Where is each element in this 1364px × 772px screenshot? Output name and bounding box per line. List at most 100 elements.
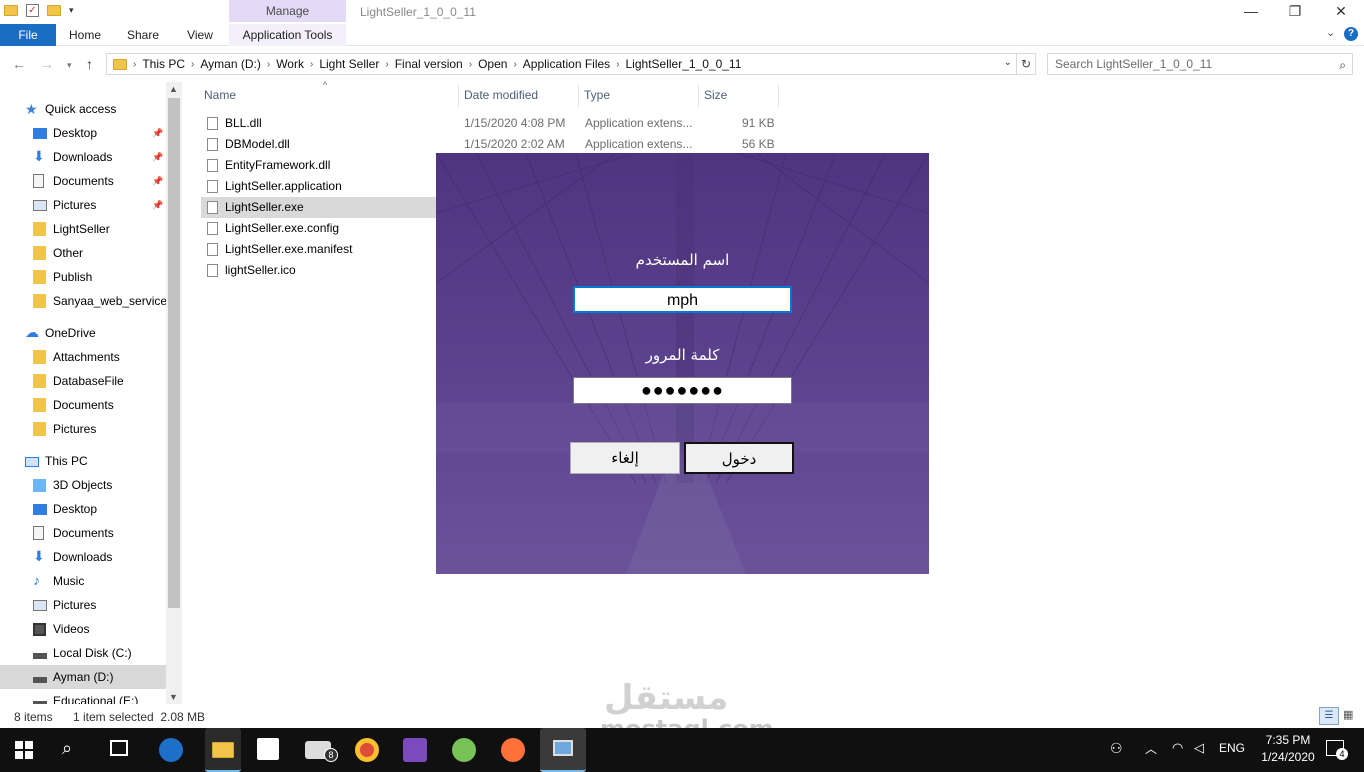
windows-start-icon[interactable] bbox=[15, 741, 33, 759]
breadcrumb-item[interactable]: Application Files bbox=[517, 57, 616, 71]
tab-application-tools[interactable]: Application Tools bbox=[229, 24, 346, 46]
sidebar-item-label: Pictures bbox=[53, 198, 97, 212]
search-icon[interactable]: ⌕ bbox=[62, 738, 72, 759]
sidebar-item[interactable]: Documents bbox=[0, 521, 166, 545]
sidebar-item[interactable]: LightSeller bbox=[0, 217, 166, 241]
window-title: LightSeller_1_0_0_11 bbox=[360, 5, 476, 19]
file-row[interactable]: LightSeller.exe.config bbox=[201, 218, 436, 239]
store-icon[interactable] bbox=[257, 738, 279, 760]
breadcrumb-item[interactable]: Open bbox=[472, 57, 513, 71]
scroll-up-icon[interactable]: ▲ bbox=[169, 84, 178, 94]
sidebar-item[interactable]: Ayman (D:) bbox=[0, 665, 166, 689]
file-row[interactable]: BLL.dll bbox=[201, 113, 436, 134]
file-explorer-taskbar-button[interactable] bbox=[205, 728, 241, 772]
tab-home[interactable]: Home bbox=[60, 24, 110, 46]
close-button[interactable]: ✕ bbox=[1318, 0, 1364, 24]
cancel-button[interactable]: إلغاء bbox=[570, 442, 680, 474]
column-name[interactable]: Name bbox=[199, 85, 459, 107]
sidebar-item[interactable]: Documents bbox=[0, 393, 166, 417]
file-row[interactable]: LightSeller.exe bbox=[201, 197, 436, 218]
scroll-down-icon[interactable]: ▼ bbox=[169, 692, 178, 702]
file-row[interactable]: lightSeller.ico bbox=[201, 260, 436, 281]
sidebar-item[interactable]: This PC bbox=[0, 449, 166, 473]
manage-tab[interactable]: Manage bbox=[229, 0, 346, 22]
column-type[interactable]: Type bbox=[579, 85, 699, 107]
sidebar-item[interactable]: Local Disk (C:) bbox=[0, 641, 166, 665]
tab-file[interactable]: File bbox=[0, 24, 56, 46]
forward-icon[interactable]: → bbox=[40, 56, 54, 72]
address-dropdown-icon[interactable]: ⌄ bbox=[1004, 57, 1012, 68]
sidebar-item[interactable]: Educational (E:) bbox=[0, 689, 166, 704]
breadcrumb-item[interactable]: Light Seller bbox=[313, 57, 385, 71]
lightseller-taskbar-button[interactable] bbox=[540, 728, 586, 772]
expand-ribbon-icon[interactable]: ⌄ bbox=[1326, 26, 1335, 39]
column-size[interactable]: Size bbox=[699, 85, 779, 107]
refresh-icon[interactable]: ↻ bbox=[1017, 53, 1036, 75]
sidebar-item[interactable]: Desktop bbox=[0, 497, 166, 521]
sidebar-item[interactable]: ★ Quick access bbox=[0, 97, 166, 121]
breadcrumb-item[interactable]: LightSeller_1_0_0_11 bbox=[620, 57, 748, 71]
sidebar-item[interactable]: Pictures bbox=[0, 417, 166, 441]
file-icon bbox=[207, 243, 218, 256]
username-input[interactable]: mph bbox=[573, 286, 792, 313]
breadcrumb-item[interactable]: Final version bbox=[389, 57, 469, 71]
restore-button[interactable]: ❐ bbox=[1272, 0, 1318, 24]
column-date-modified[interactable]: Date modified bbox=[459, 85, 579, 107]
sidebar-item[interactable]: Attachments bbox=[0, 345, 166, 369]
edge-icon[interactable] bbox=[159, 738, 183, 762]
sidebar-item[interactable]: Documents 📌 bbox=[0, 169, 166, 193]
sidebar-item[interactable]: Pictures 📌 bbox=[0, 193, 166, 217]
volume-icon[interactable]: ◁ bbox=[1194, 740, 1204, 756]
help-icon[interactable]: ? bbox=[1344, 27, 1358, 41]
sidebar-item[interactable]: ⬇ Downloads bbox=[0, 545, 166, 569]
sidebar-item[interactable]: Pictures bbox=[0, 593, 166, 617]
address-bar[interactable]: › This PC › Ayman (D:) › Work › Light Se… bbox=[106, 53, 1017, 75]
firefox-icon[interactable] bbox=[501, 738, 525, 762]
android-studio-icon[interactable] bbox=[452, 738, 476, 762]
clock-date[interactable]: 1/24/2020 bbox=[1255, 750, 1321, 764]
login-button[interactable]: دخول bbox=[684, 442, 794, 474]
wifi-icon[interactable]: ◠ bbox=[1172, 740, 1183, 756]
people-icon[interactable]: ⚇ bbox=[1110, 740, 1123, 757]
search-input[interactable]: Search LightSeller_1_0_0_11 ⌕ bbox=[1047, 53, 1353, 75]
file-row[interactable]: LightSeller.exe.manifest bbox=[201, 239, 436, 260]
file-row[interactable]: DBModel.dll bbox=[201, 134, 436, 155]
new-folder-icon[interactable] bbox=[47, 5, 61, 16]
minimize-button[interactable]: — bbox=[1228, 0, 1274, 24]
sidebar-item[interactable]: Desktop 📌 bbox=[0, 121, 166, 145]
tab-share[interactable]: Share bbox=[120, 24, 166, 46]
nav-scrollbar-thumb[interactable] bbox=[168, 98, 180, 608]
file-row[interactable]: EntityFramework.dll bbox=[201, 155, 436, 176]
sidebar-item[interactable]: Sanyaa_web_service bbox=[0, 289, 167, 313]
recent-locations-icon[interactable]: ▾ bbox=[67, 60, 72, 71]
tab-view[interactable]: View bbox=[178, 24, 222, 46]
computer-icon bbox=[25, 457, 39, 467]
sidebar-item[interactable]: ⬇ Downloads 📌 bbox=[0, 145, 166, 169]
large-icons-view-icon[interactable]: ▦ bbox=[1343, 708, 1353, 721]
visual-studio-icon[interactable] bbox=[403, 738, 427, 762]
breadcrumb-item[interactable]: Ayman (D:) bbox=[194, 57, 266, 71]
file-type: Application extens... bbox=[585, 137, 693, 151]
sidebar-item[interactable]: Publish bbox=[0, 265, 166, 289]
sidebar-item[interactable]: 3D Objects bbox=[0, 473, 166, 497]
sidebar-item[interactable]: DatabaseFile bbox=[0, 369, 166, 393]
chrome-icon[interactable] bbox=[355, 738, 379, 762]
sidebar-item-label: Music bbox=[53, 574, 85, 588]
sidebar-item[interactable]: ♪ Music bbox=[0, 569, 166, 593]
up-icon[interactable]: ↑ bbox=[86, 56, 93, 72]
breadcrumb-item[interactable]: Work bbox=[270, 57, 310, 71]
show-hidden-icons[interactable]: ︿ bbox=[1145, 740, 1157, 757]
sidebar-item[interactable]: ☁ OneDrive bbox=[0, 321, 166, 345]
sidebar-item[interactable]: Videos bbox=[0, 617, 166, 641]
properties-icon[interactable]: ✓ bbox=[26, 4, 39, 17]
clock-time[interactable]: 7:35 PM bbox=[1262, 733, 1314, 747]
back-icon[interactable]: ← bbox=[12, 56, 26, 72]
file-row[interactable]: LightSeller.application bbox=[201, 176, 436, 197]
sidebar-item[interactable]: Other bbox=[0, 241, 166, 265]
task-view-icon[interactable] bbox=[110, 740, 128, 756]
password-input[interactable]: ●●●●●●● bbox=[573, 377, 792, 404]
customize-qa-icon[interactable]: ▾ bbox=[69, 5, 74, 16]
details-view-icon[interactable]: ☰ bbox=[1319, 707, 1339, 725]
input-language[interactable]: ENG bbox=[1219, 741, 1245, 755]
breadcrumb-item[interactable]: This PC bbox=[136, 57, 191, 71]
